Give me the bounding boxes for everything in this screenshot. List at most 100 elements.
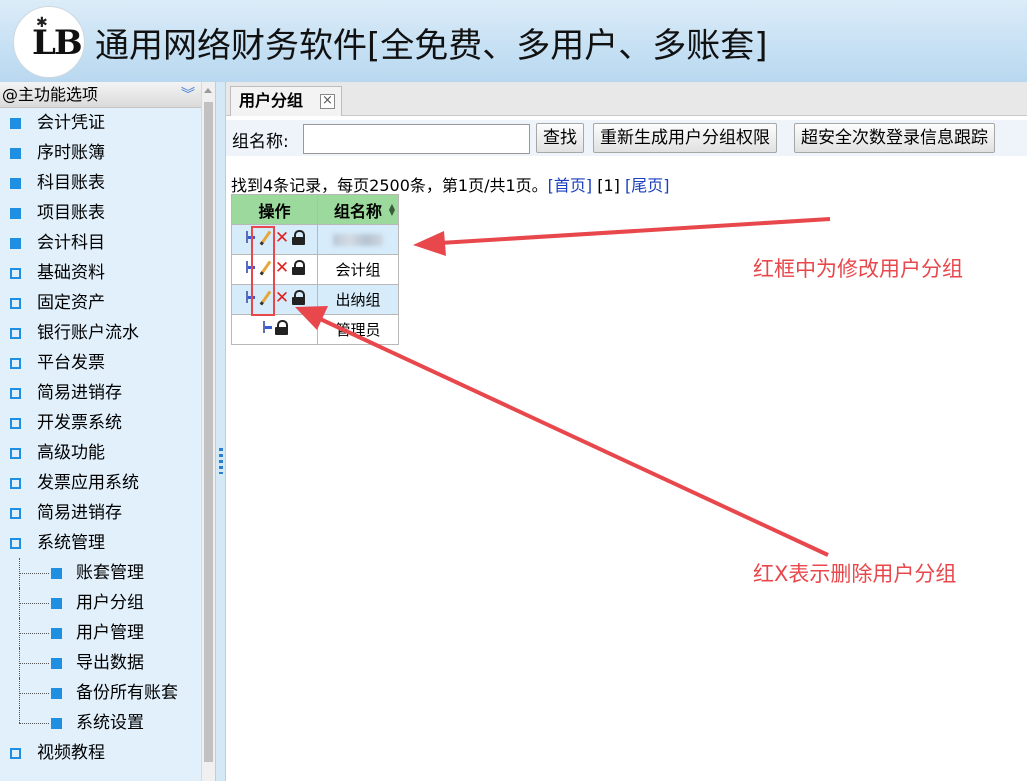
sidebar-item[interactable]: 简易进销存	[0, 378, 201, 408]
lock-icon[interactable]	[292, 260, 306, 276]
sidebar-item[interactable]: 会计科目	[0, 228, 201, 258]
bullet-square-icon	[10, 298, 21, 309]
bullet-square-icon	[10, 448, 21, 459]
bullet-square-icon	[10, 118, 21, 129]
first-page-link[interactable]: [首页]	[548, 176, 593, 195]
sidebar-item[interactable]: 固定资产	[0, 288, 201, 318]
sidebar-item[interactable]: 高级功能	[0, 438, 201, 468]
delete-x-icon[interactable]: ✕	[275, 259, 289, 276]
group-name: 管理员	[335, 321, 381, 339]
group-name-cell: 管理员	[317, 314, 399, 345]
actions-cell	[231, 314, 318, 345]
scroll-up-arrow-icon[interactable]	[204, 88, 212, 93]
tab-close-icon[interactable]: ×	[320, 94, 335, 109]
tree-connector	[19, 603, 49, 604]
bullet-square-icon	[10, 748, 21, 759]
sidebar-item-label: 系统管理	[37, 533, 105, 553]
redacted-name	[333, 234, 383, 246]
column-header-label: 组名称	[333, 201, 382, 221]
sidebar-subitem-label: 账套管理	[76, 563, 144, 583]
last-page-link[interactable]: [尾页]	[625, 176, 670, 195]
sidebar-item-label: 基础资料	[37, 263, 105, 283]
annotation-edit-note: 红框中为修改用户分组	[753, 257, 963, 281]
row-actions	[261, 320, 288, 335]
delete-x-icon[interactable]: ✕	[275, 229, 289, 246]
app-title: 通用网络财务软件[全免费、多用户、多账套]	[95, 26, 768, 66]
bullet-square-icon	[10, 328, 21, 339]
group-name: 出纳组	[335, 291, 381, 309]
scrollbar-thumb[interactable]	[204, 102, 213, 762]
sidebar-subitem[interactable]: 用户分组	[0, 588, 201, 618]
column-header-group-name[interactable]: 组名称 ▲ ▼	[317, 194, 399, 225]
lock-icon[interactable]	[292, 290, 306, 306]
bullet-square-icon	[51, 718, 62, 729]
bullet-square-icon	[10, 418, 21, 429]
sidebar-item[interactable]: 会计凭证	[0, 108, 201, 138]
sidebar-header-label: @主功能选项	[2, 85, 99, 104]
sidebar-item[interactable]: 简易进销存	[0, 498, 201, 528]
sidebar-item[interactable]: 项目账表	[0, 198, 201, 228]
group-name-input[interactable]	[303, 124, 530, 154]
sidebar-item-label: 开发票系统	[37, 413, 122, 433]
sidebar-item-label: 简易进销存	[37, 383, 122, 403]
sidebar: @主功能选项 ︾ 会计凭证 序时账簿 科目账表 项目账表会计科目基础资料固定资产银行账…	[0, 82, 201, 781]
tree-connector	[19, 573, 49, 574]
table-row: 管理员	[231, 314, 399, 345]
sidebar-item-label: 固定资产	[37, 293, 105, 313]
sidebar-item[interactable]: 发票应用系统	[0, 468, 201, 498]
bullet-square-icon	[51, 598, 62, 609]
sidebar-subitem[interactable]: 账套管理	[0, 558, 201, 588]
panel-splitter[interactable]	[215, 82, 226, 781]
group-name-cell: 出纳组	[317, 284, 399, 315]
app-logo: ✱ LB	[13, 6, 85, 78]
sidebar-item-label: 平台发票	[37, 353, 105, 373]
group-name-cell: 会计组	[317, 254, 399, 285]
app-header: ✱ LB 通用网络财务软件[全免费、多用户、多账套]	[0, 0, 1027, 82]
sidebar-item[interactable]: 系统管理	[0, 528, 201, 558]
sidebar-item[interactable]: 科目账表	[0, 168, 201, 198]
permission-tree-icon[interactable]	[261, 320, 272, 335]
sidebar-scrollbar[interactable]	[201, 82, 215, 781]
sidebar-item[interactable]: 视频教程	[0, 738, 201, 768]
bullet-square-icon	[51, 658, 62, 669]
bullet-square-icon	[51, 688, 62, 699]
bullet-square-icon	[10, 478, 21, 489]
sidebar-item[interactable]: 开发票系统	[0, 408, 201, 438]
sort-icon[interactable]: ▲ ▼	[389, 203, 395, 217]
lock-icon[interactable]	[292, 230, 306, 246]
search-button[interactable]: 查找	[536, 123, 584, 153]
bullet-square-icon	[10, 358, 21, 369]
bullet-square-icon	[10, 208, 21, 219]
sidebar-header[interactable]: @主功能选项 ︾	[0, 82, 201, 108]
sidebar-subitem[interactable]: 备份所有账套	[0, 678, 201, 708]
current-page[interactable]: [1]	[597, 176, 620, 195]
sidebar-subitem[interactable]: 导出数据	[0, 648, 201, 678]
sidebar-item[interactable]: 银行账户流水	[0, 318, 201, 348]
sidebar-item[interactable]: 平台发票	[0, 348, 201, 378]
tab-user-groups[interactable]: 用户分组 ×	[230, 86, 342, 116]
bullet-square-icon	[10, 508, 21, 519]
delete-x-icon[interactable]: ✕	[275, 289, 289, 306]
sidebar-item[interactable]: 基础资料	[0, 258, 201, 288]
summary-text: 找到4条记录，每页2500条，第1页/共1页。	[231, 176, 548, 195]
bullet-square-icon	[10, 268, 21, 279]
collapse-chevron-icon[interactable]: ︾	[181, 82, 195, 108]
tab-bar: 用户分组 ×	[226, 82, 1027, 116]
sidebar-menu: 会计凭证 序时账簿 科目账表 项目账表会计科目基础资料固定资产银行账户流水 平台发票简易…	[0, 108, 201, 768]
tree-connector	[19, 693, 49, 694]
logo-text: LB	[32, 23, 83, 63]
sidebar-item-label: 会计科目	[37, 233, 105, 253]
bullet-square-icon	[51, 628, 62, 639]
sidebar-subitem-label: 导出数据	[76, 653, 144, 673]
sidebar-item[interactable]: 序时账簿	[0, 138, 201, 168]
sidebar-subitem[interactable]: 系统设置	[0, 708, 201, 738]
sidebar-subitem[interactable]: 用户管理	[0, 618, 201, 648]
splitter-grip-icon[interactable]	[219, 448, 223, 474]
sidebar-subitem-label: 用户管理	[76, 623, 144, 643]
regenerate-permissions-button[interactable]: 重新生成用户分组权限	[593, 123, 777, 153]
lock-icon[interactable]	[275, 320, 288, 335]
login-tracking-button[interactable]: 超安全次数登录信息跟踪	[794, 123, 995, 153]
sidebar-subitem-label: 用户分组	[76, 593, 144, 613]
sidebar-subitem-label: 系统设置	[76, 713, 144, 733]
sidebar-item-label: 银行账户流水	[37, 323, 139, 343]
